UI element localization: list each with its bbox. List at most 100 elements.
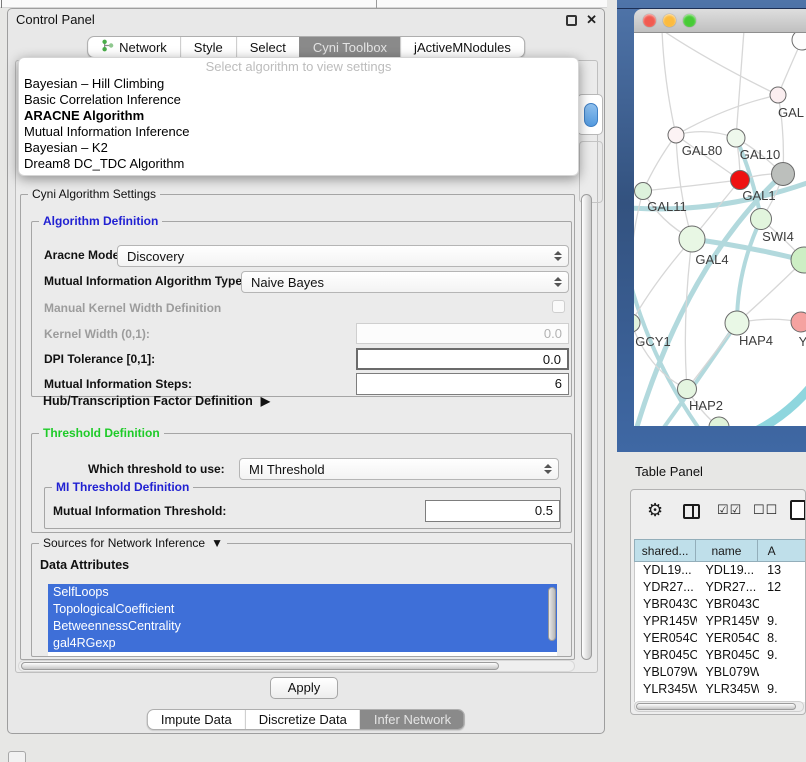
network-node-label: GAL	[778, 105, 804, 120]
network-node[interactable]	[770, 87, 786, 103]
table-row[interactable]: YBL079WYBL079W	[635, 664, 806, 681]
window-close-icon[interactable]	[643, 14, 656, 27]
mi-steps-field[interactable]: 6	[356, 373, 569, 395]
aracne-mode-combobox[interactable]: Discovery	[117, 245, 569, 267]
document-icon[interactable]	[790, 500, 806, 520]
table-row[interactable]: YER054CYER054C8.	[635, 630, 806, 647]
settings-horizontal-scrollbar[interactable]	[18, 660, 575, 672]
network-node[interactable]	[792, 33, 806, 50]
table-row[interactable]: YLR345WYLR345W9.	[635, 681, 806, 698]
algorithm-option[interactable]: ARACNE Algorithm	[19, 108, 578, 124]
table-cell: YBR045C	[697, 647, 759, 664]
algorithm-option[interactable]: Dream8 DC_TDC Algorithm	[19, 156, 578, 172]
algorithm-option[interactable]: Bayesian – K2	[19, 140, 578, 156]
network-node[interactable]	[791, 247, 806, 273]
tab-style[interactable]: Style	[180, 37, 236, 57]
network-view[interactable]: GALGAL80GAL10GAL1GAL11SWI4GAL4GCY1HAP4YH…	[634, 33, 806, 426]
table-header-row: shared... name A	[634, 539, 806, 562]
table-cell: YPR145W	[635, 613, 697, 630]
algorithm-dropdown-placeholder: Select algorithm to view settings	[19, 58, 578, 76]
table-horizontal-scrollbar[interactable]	[634, 701, 804, 712]
network-node-label: HAP2	[689, 398, 723, 413]
table-row[interactable]: YPR145WYPR145W9.	[635, 613, 806, 630]
kernel-width-label: Kernel Width (0,1):	[44, 327, 150, 341]
column-header-partial[interactable]: A	[758, 539, 806, 562]
column-header-shared-name[interactable]: shared...	[634, 539, 696, 562]
attributes-scrollbar-thumb[interactable]	[548, 587, 556, 641]
attribute-item[interactable]: gal4RGexp	[48, 635, 557, 652]
network-node[interactable]	[731, 171, 750, 190]
unchecked-boxes-icon[interactable]: ☐☐	[753, 502, 778, 518]
table-cell: 8.	[759, 630, 806, 647]
network-node[interactable]	[678, 380, 697, 399]
window-minimize-icon[interactable]	[663, 14, 676, 27]
tab-discretize-data[interactable]: Discretize Data	[245, 710, 360, 729]
tab-network[interactable]: Network	[88, 37, 180, 57]
attribute-item[interactable]: TopologicalCoefficient	[48, 601, 557, 618]
settings-vertical-scrollbar-thumb[interactable]	[581, 194, 592, 660]
table-row[interactable]: YDR27...YDR27...12	[635, 579, 806, 596]
manual-kernel-width-label: Manual Kernel Width Definition	[44, 301, 221, 315]
network-node[interactable]	[709, 417, 729, 426]
table-row[interactable]: YDL19...YDL19...13	[635, 562, 806, 579]
close-panel-icon[interactable]: ✕	[586, 12, 597, 28]
table-cell: 12	[759, 579, 806, 596]
network-node[interactable]	[668, 127, 684, 143]
tab-select[interactable]: Select	[236, 37, 299, 57]
network-node[interactable]	[751, 209, 772, 230]
inference-algorithm-combobox-fragment[interactable]	[577, 94, 603, 135]
mi-threshold-field[interactable]: 0.5	[425, 500, 560, 522]
table-row[interactable]: YBR043CYBR043C	[635, 596, 806, 613]
mi-algorithm-type-combobox[interactable]: Naive Bayes	[241, 271, 569, 293]
network-node[interactable]	[727, 129, 745, 147]
network-edge	[676, 95, 778, 135]
combobox-arrows-button[interactable]	[584, 103, 598, 127]
column-header-name[interactable]: name	[696, 539, 757, 562]
sources-group-title-row[interactable]: Sources for Network Inference ▼	[39, 536, 227, 550]
tab-impute-data[interactable]: Impute Data	[148, 710, 245, 729]
algorithm-dropdown-popup: Select algorithm to view settings Bayesi…	[18, 57, 579, 176]
network-node[interactable]	[772, 163, 795, 186]
network-node[interactable]	[725, 311, 749, 335]
manual-kernel-width-checkbox[interactable]	[552, 300, 565, 313]
top-toolbar-strip	[0, 0, 607, 8]
network-graph: GALGAL80GAL10GAL1GAL11SWI4GAL4GCY1HAP4YH…	[634, 33, 806, 426]
float-panel-icon[interactable]	[566, 15, 577, 26]
bottom-left-mini-button[interactable]	[8, 751, 26, 762]
hub-definition-label: Hub/Transcription Factor Definition	[43, 394, 253, 408]
network-edge	[737, 260, 804, 323]
columns-icon[interactable]	[683, 504, 700, 519]
table-cell: YDL19...	[697, 562, 759, 579]
threshold-definition-title: Threshold Definition	[39, 426, 164, 440]
table-horizontal-scrollbar-thumb[interactable]	[636, 703, 796, 710]
settings-vertical-scrollbar[interactable]	[580, 194, 593, 660]
window-zoom-icon[interactable]	[683, 14, 696, 27]
network-node[interactable]	[635, 183, 652, 200]
algorithm-option[interactable]: Basic Correlation Inference	[19, 92, 578, 108]
dpi-tolerance-field[interactable]: 0.0	[356, 348, 569, 370]
algorithm-option[interactable]: Bayesian – Hill Climbing	[19, 76, 578, 92]
algorithm-option[interactable]: Mutual Information Inference	[19, 124, 578, 140]
tab-infer-network[interactable]: Infer Network	[360, 710, 464, 729]
which-threshold-combobox[interactable]: MI Threshold	[239, 458, 559, 480]
network-node[interactable]	[791, 312, 806, 332]
apply-button[interactable]: Apply	[270, 677, 338, 699]
attribute-item[interactable]: BetweennessCentrality	[48, 618, 557, 635]
network-node[interactable]	[679, 226, 705, 252]
tab-jactivemnodules[interactable]: jActiveMNodules	[400, 37, 524, 57]
tab-cyni-toolbox[interactable]: Cyni Toolbox	[299, 37, 400, 57]
gear-icon[interactable]: ⚙	[647, 500, 663, 521]
cyni-algorithm-settings-title: Cyni Algorithm Settings	[28, 187, 160, 201]
top-edge-line	[1, 0, 2, 8]
settings-horizontal-scrollbar-thumb[interactable]	[21, 662, 499, 670]
table-row[interactable]: YBR045CYBR045C9.	[635, 647, 806, 664]
hub-definition-expander[interactable]: Hub/Transcription Factor Definition ▶	[43, 394, 270, 408]
network-window-titlebar[interactable]	[634, 9, 806, 33]
kernel-width-field[interactable]: 0.0	[356, 323, 569, 344]
data-attributes-list: SelfLoopsTopologicalCoefficientBetweenne…	[48, 584, 557, 656]
checked-boxes-icon[interactable]: ☑☑	[717, 502, 742, 518]
dpi-tolerance-label: DPI Tolerance [0,1]:	[44, 352, 155, 366]
attribute-item[interactable]: SelfLoops	[48, 584, 557, 601]
aracne-mode-label: Aracne Mode:	[44, 248, 123, 262]
tab-impute-data-label: Impute Data	[161, 712, 232, 727]
